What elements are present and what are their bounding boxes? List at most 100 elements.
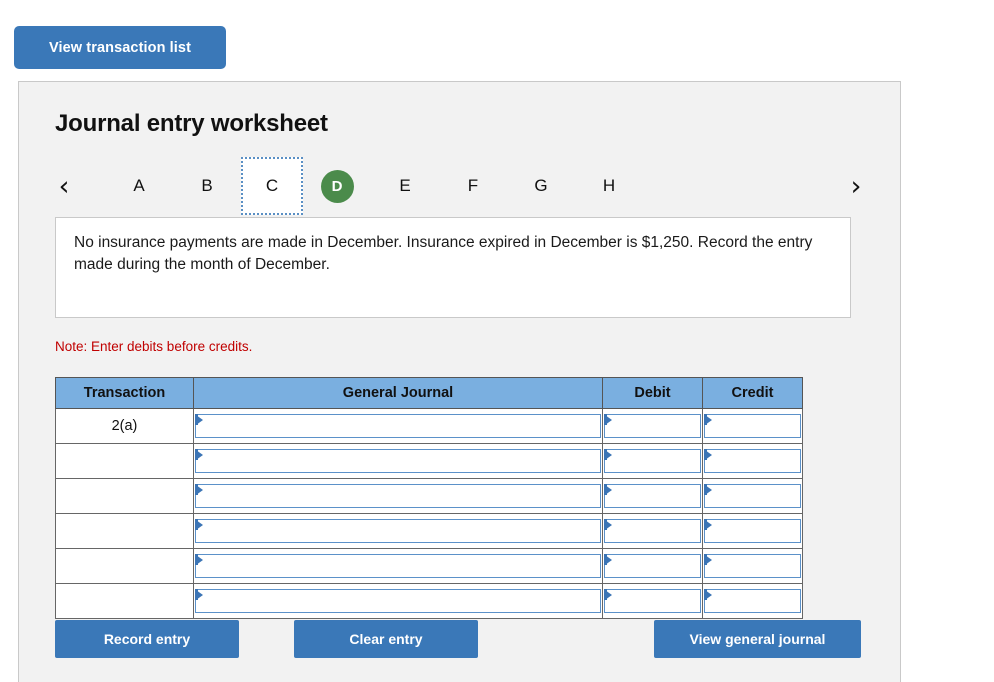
credit-cell[interactable] xyxy=(702,408,803,444)
debit-cell[interactable] xyxy=(602,408,703,444)
debit-input[interactable] xyxy=(604,484,701,508)
debit-cell[interactable] xyxy=(602,478,703,514)
next-tab-icon[interactable]: › xyxy=(841,157,871,215)
debit-input[interactable] xyxy=(604,414,701,438)
tab-c-label: C xyxy=(265,176,279,195)
credit-input[interactable] xyxy=(704,449,801,473)
credit-cell[interactable] xyxy=(702,478,803,514)
dropdown-arrow-icon xyxy=(196,555,203,565)
transaction-cell xyxy=(55,478,194,514)
debit-input[interactable] xyxy=(604,554,701,578)
general-journal-cell[interactable] xyxy=(193,408,603,444)
debit-cell[interactable] xyxy=(602,443,703,479)
instruction-box: No insurance payments are made in Decemb… xyxy=(55,217,851,318)
general-journal-input[interactable] xyxy=(195,414,601,438)
table-row: 2(a) xyxy=(55,408,803,444)
credit-cell[interactable] xyxy=(702,583,803,619)
column-header-transaction: Transaction xyxy=(55,377,194,409)
transaction-cell xyxy=(55,548,194,584)
instruction-text: No insurance payments are made in Decemb… xyxy=(74,234,813,274)
tab-h[interactable]: H xyxy=(575,157,643,215)
dropdown-arrow-icon xyxy=(196,520,203,530)
tab-f[interactable]: F xyxy=(439,157,507,215)
tab-f-label: F xyxy=(467,176,479,195)
dropdown-arrow-icon xyxy=(705,590,712,600)
journal-entry-table: Transaction General Journal Debit Credit… xyxy=(55,377,803,619)
credit-input[interactable] xyxy=(704,554,801,578)
tab-g-label: G xyxy=(534,176,548,195)
column-header-debit: Debit xyxy=(602,377,703,409)
tab-d[interactable]: D xyxy=(303,157,371,215)
credit-input[interactable] xyxy=(704,589,801,613)
debit-cell[interactable] xyxy=(602,583,703,619)
view-general-journal-button[interactable]: View general journal xyxy=(654,620,861,658)
table-row xyxy=(55,513,803,549)
credit-cell[interactable] xyxy=(702,443,803,479)
dropdown-arrow-icon xyxy=(196,450,203,460)
table-header-row: Transaction General Journal Debit Credit xyxy=(55,377,803,409)
dropdown-arrow-icon xyxy=(705,450,712,460)
dropdown-arrow-icon xyxy=(705,415,712,425)
general-journal-cell[interactable] xyxy=(193,583,603,619)
debits-before-credits-note: Note: Enter debits before credits. xyxy=(55,339,253,354)
general-journal-input[interactable] xyxy=(195,449,601,473)
debit-cell[interactable] xyxy=(602,548,703,584)
column-header-general-journal: General Journal xyxy=(193,377,603,409)
general-journal-input[interactable] xyxy=(195,519,601,543)
credit-input[interactable] xyxy=(704,484,801,508)
table-row xyxy=(55,478,803,514)
dropdown-arrow-icon xyxy=(196,590,203,600)
tab-c[interactable]: C xyxy=(241,157,303,215)
transaction-cell: 2(a) xyxy=(55,408,194,444)
view-transaction-list-button[interactable]: View transaction list xyxy=(14,26,226,69)
dropdown-arrow-icon xyxy=(196,485,203,495)
tab-e-label: E xyxy=(399,176,411,195)
debit-input[interactable] xyxy=(604,589,701,613)
transaction-cell xyxy=(55,583,194,619)
page-title: Journal entry worksheet xyxy=(55,110,328,137)
tab-g[interactable]: G xyxy=(507,157,575,215)
worksheet-tab-strip: ‹ A B C D E F G H › xyxy=(49,157,871,215)
credit-cell[interactable] xyxy=(702,548,803,584)
debit-cell[interactable] xyxy=(602,513,703,549)
dropdown-arrow-icon xyxy=(605,590,612,600)
tab-b-label: B xyxy=(201,176,213,195)
transaction-cell xyxy=(55,513,194,549)
table-row xyxy=(55,583,803,619)
general-journal-cell[interactable] xyxy=(193,548,603,584)
dropdown-arrow-icon xyxy=(605,555,612,565)
column-header-credit: Credit xyxy=(702,377,803,409)
general-journal-cell[interactable] xyxy=(193,443,603,479)
dropdown-arrow-icon xyxy=(605,450,612,460)
debit-input[interactable] xyxy=(604,449,701,473)
general-journal-input[interactable] xyxy=(195,554,601,578)
table-row xyxy=(55,443,803,479)
dropdown-arrow-icon xyxy=(705,555,712,565)
clear-entry-button[interactable]: Clear entry xyxy=(294,620,478,658)
tab-d-label: D xyxy=(320,169,354,203)
credit-input[interactable] xyxy=(704,414,801,438)
tab-a[interactable]: A xyxy=(105,157,173,215)
journal-entry-panel: Journal entry worksheet ‹ A B C D E F G xyxy=(18,81,901,682)
tab-a-label: A xyxy=(133,176,145,195)
general-journal-input[interactable] xyxy=(195,589,601,613)
tab-h-label: H xyxy=(602,176,616,195)
dropdown-arrow-icon xyxy=(605,520,612,530)
dropdown-arrow-icon xyxy=(605,485,612,495)
tab-list: A B C D E F G H xyxy=(105,157,643,215)
tab-b[interactable]: B xyxy=(173,157,241,215)
general-journal-cell[interactable] xyxy=(193,478,603,514)
transaction-cell xyxy=(55,443,194,479)
dropdown-arrow-icon xyxy=(196,415,203,425)
previous-tab-icon[interactable]: ‹ xyxy=(49,157,79,215)
dropdown-arrow-icon xyxy=(705,485,712,495)
tab-e[interactable]: E xyxy=(371,157,439,215)
dropdown-arrow-icon xyxy=(705,520,712,530)
general-journal-cell[interactable] xyxy=(193,513,603,549)
record-entry-button[interactable]: Record entry xyxy=(55,620,239,658)
credit-cell[interactable] xyxy=(702,513,803,549)
general-journal-input[interactable] xyxy=(195,484,601,508)
credit-input[interactable] xyxy=(704,519,801,543)
dropdown-arrow-icon xyxy=(605,415,612,425)
debit-input[interactable] xyxy=(604,519,701,543)
